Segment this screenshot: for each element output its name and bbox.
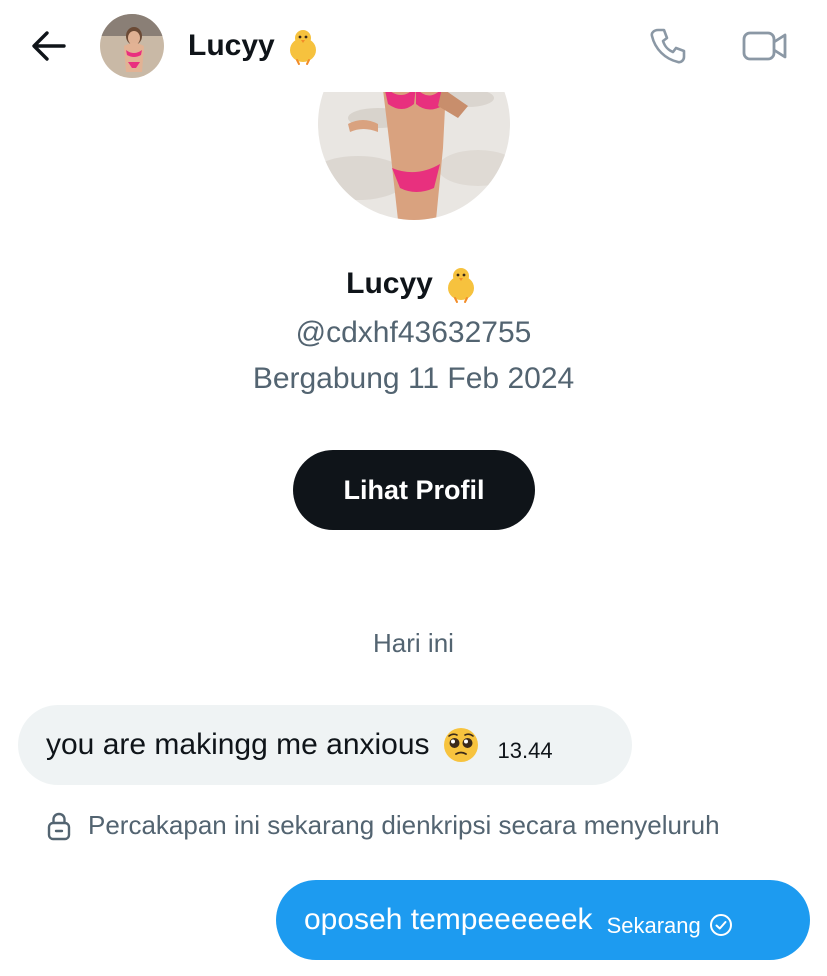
view-profile-button[interactable]: Lihat Profil xyxy=(293,450,535,530)
incoming-message[interactable]: you are makingg me anxious 13.44 xyxy=(18,705,632,785)
phone-icon xyxy=(650,28,686,64)
profile-handle: @cdxhf43632755 xyxy=(295,316,532,349)
hatching-chick-emoji xyxy=(289,30,316,65)
header-avatar[interactable] xyxy=(100,14,164,78)
chat-header: Lucyy xyxy=(0,0,827,92)
day-separator: Hari ini xyxy=(373,628,454,658)
profile-joined-date: Bergabung 11 Feb 2024 xyxy=(252,362,575,395)
pleading-face-emoji xyxy=(443,728,478,762)
message-time: 13.44 xyxy=(497,738,553,763)
message-text: you are makingg me anxious xyxy=(46,728,430,761)
sent-check-icon xyxy=(709,913,733,937)
message-text: oposeh tempeeeeeek xyxy=(304,903,593,936)
header-name-text: Lucyy xyxy=(188,29,275,62)
audio-call-button[interactable] xyxy=(646,24,690,68)
lock-icon xyxy=(47,812,71,840)
profile-name-text: Lucyy xyxy=(346,267,433,300)
hatching-chick-emoji xyxy=(447,268,474,303)
profile-name: Lucyy xyxy=(0,264,827,304)
outgoing-message[interactable]: oposeh tempeeeeeek Sekarang xyxy=(276,880,810,960)
encryption-notice-text: Percakapan ini sekarang dienkripsi secar… xyxy=(88,810,720,840)
video-camera-icon xyxy=(742,31,787,61)
back-arrow-icon xyxy=(32,31,66,61)
message-time: Sekarang xyxy=(606,913,701,938)
back-button[interactable] xyxy=(26,26,70,66)
header-name[interactable]: Lucyy xyxy=(188,26,323,66)
encryption-notice: Percakapan ini sekarang dienkripsi secar… xyxy=(46,810,720,841)
video-call-button[interactable] xyxy=(740,24,790,68)
